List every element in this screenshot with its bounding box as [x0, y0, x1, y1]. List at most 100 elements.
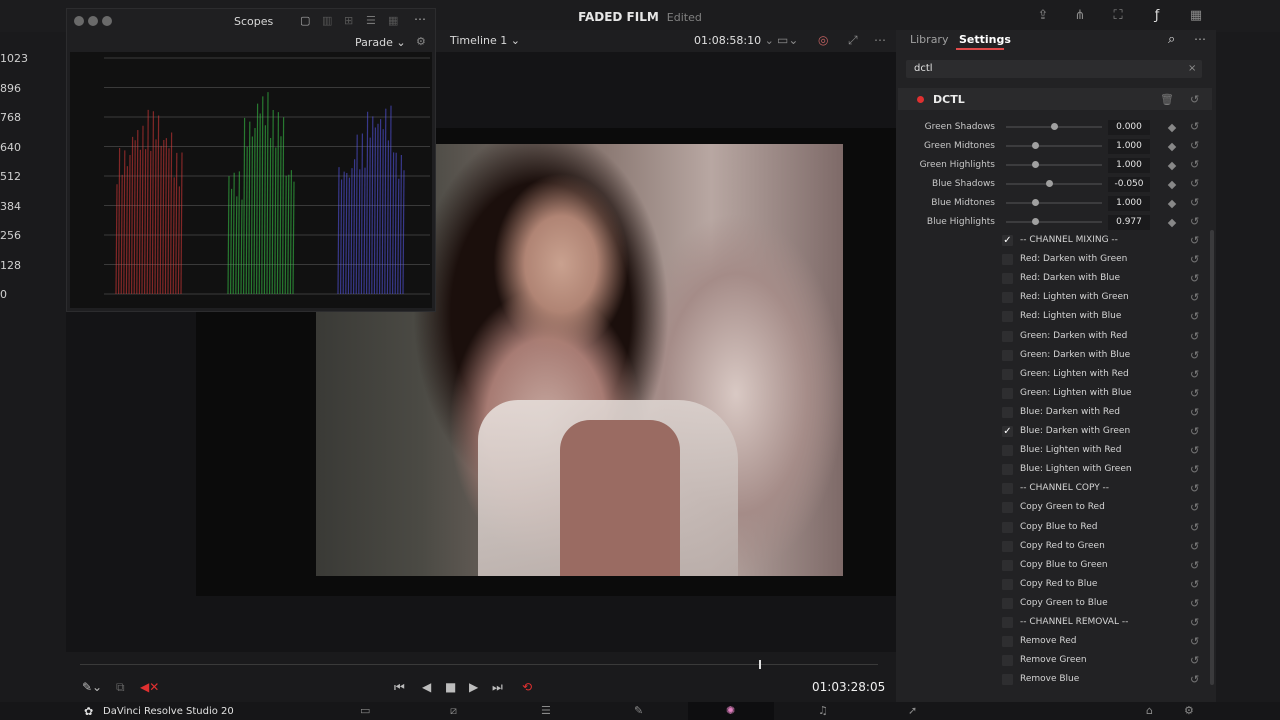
option-checkbox[interactable]	[1002, 597, 1013, 609]
reset-icon[interactable]: ↺	[1190, 616, 1199, 629]
layers-icon[interactable]: ⧉	[116, 680, 125, 695]
node-icon[interactable]: ⛶	[1109, 8, 1127, 24]
chevron-down-icon[interactable]: ⌄	[765, 34, 774, 47]
option-checkbox[interactable]	[1002, 521, 1013, 533]
effect-enable-toggle[interactable]	[917, 96, 924, 103]
scopes-menu-icon[interactable]: ⋯	[414, 12, 426, 26]
stop-icon[interactable]: ■	[445, 680, 456, 694]
param-value-field[interactable]: 1.000	[1108, 196, 1150, 211]
reset-icon[interactable]: ↺	[1190, 406, 1199, 419]
color-page-icon[interactable]: ✺	[726, 704, 735, 717]
tab-settings[interactable]: Settings	[959, 33, 1011, 46]
param-slider-knob[interactable]	[1031, 142, 1039, 149]
media-page-icon[interactable]: ▭	[360, 704, 370, 717]
reset-icon[interactable]: ↺	[1190, 196, 1199, 209]
dual-view-icon[interactable]: ▥	[322, 14, 332, 27]
step-back-icon[interactable]: ◀	[422, 680, 431, 694]
param-slider[interactable]	[1006, 183, 1102, 185]
reset-icon[interactable]: ↺	[1190, 234, 1199, 247]
reset-icon[interactable]: ↺	[1190, 482, 1199, 495]
reset-icon[interactable]: ↺	[1190, 330, 1199, 343]
option-checkbox[interactable]	[1002, 559, 1013, 571]
reset-icon[interactable]: ↺	[1190, 654, 1199, 667]
reset-icon[interactable]: ↺	[1190, 349, 1199, 362]
loop-icon[interactable]: ⟲	[522, 680, 532, 694]
reset-icon[interactable]: ↺	[1190, 635, 1199, 648]
param-slider-knob[interactable]	[1031, 161, 1039, 168]
grid-view-icon[interactable]: ▦	[388, 14, 398, 27]
option-checkbox[interactable]	[1002, 636, 1013, 648]
option-checkbox[interactable]	[1002, 502, 1013, 514]
fusion-page-icon[interactable]: ✎	[634, 704, 643, 717]
reset-icon[interactable]: ↺	[1190, 310, 1199, 323]
deliver-page-icon[interactable]: ➚	[908, 704, 917, 717]
clear-search-icon[interactable]: ×	[1188, 63, 1196, 74]
reset-icon[interactable]: ↺	[1190, 120, 1199, 133]
list-view-icon[interactable]: ☰	[366, 14, 376, 27]
option-checkbox[interactable]	[1002, 578, 1013, 590]
reset-icon[interactable]: ↺	[1190, 177, 1199, 190]
param-slider[interactable]	[1006, 221, 1102, 223]
option-checkbox[interactable]	[1002, 330, 1013, 342]
param-value-field[interactable]: 1.000	[1108, 158, 1150, 173]
panel-scrollbar[interactable]	[1210, 230, 1214, 685]
option-checkbox[interactable]	[1002, 349, 1013, 361]
close-window-icon[interactable]	[74, 16, 84, 26]
reset-icon[interactable]: ↺	[1190, 463, 1199, 476]
option-checkbox[interactable]	[1002, 464, 1013, 476]
reset-icon[interactable]: ↺	[1190, 673, 1199, 686]
panel-menu-icon[interactable]: ⋯	[1194, 32, 1206, 46]
viewer-menu-icon[interactable]: ⋯	[874, 33, 886, 47]
reset-icon[interactable]: ↺	[1190, 540, 1199, 553]
reset-icon[interactable]: ↺	[1190, 368, 1199, 381]
param-value-field[interactable]: 0.977	[1108, 215, 1150, 230]
play-icon[interactable]: ▶	[469, 680, 478, 694]
param-slider-knob[interactable]	[1031, 199, 1039, 206]
param-slider-knob[interactable]	[1031, 218, 1039, 225]
maximize-window-icon[interactable]	[102, 16, 112, 26]
timeline-tool-icon[interactable]: ⋔	[1071, 8, 1089, 24]
reset-icon[interactable]: ↺	[1190, 425, 1199, 438]
reset-icon[interactable]: ↺	[1190, 578, 1199, 591]
option-checkbox[interactable]	[1002, 540, 1013, 552]
export-icon[interactable]: ⇪	[1034, 8, 1052, 24]
param-slider[interactable]	[1006, 202, 1102, 204]
option-checkbox[interactable]	[1002, 483, 1013, 495]
param-slider-knob[interactable]	[1051, 123, 1058, 130]
option-checkbox[interactable]	[1002, 445, 1013, 457]
viewer-mode-icon[interactable]: ▭⌄	[777, 33, 798, 47]
settings-gear-icon[interactable]: ⚙	[1184, 704, 1194, 717]
option-checkbox[interactable]	[1002, 311, 1013, 323]
reset-icon[interactable]: ↺	[1190, 272, 1199, 285]
reset-icon[interactable]: ↺	[1190, 597, 1199, 610]
go-to-end-icon[interactable]: ⏭	[492, 680, 503, 695]
fullscreen-icon[interactable]: ⤢	[848, 33, 858, 48]
effects-icon[interactable]: ƒ	[1148, 8, 1166, 24]
option-checkbox[interactable]	[1002, 368, 1013, 380]
option-checkbox[interactable]	[1002, 387, 1013, 399]
scope-settings-icon[interactable]: ⚙	[416, 35, 426, 48]
edit-page-icon[interactable]: ☰	[541, 704, 551, 717]
playhead[interactable]	[759, 660, 761, 669]
option-checkbox[interactable]	[1002, 406, 1013, 418]
reset-icon[interactable]: ↺	[1190, 559, 1199, 572]
option-checkbox[interactable]: ✓	[1002, 426, 1013, 437]
reset-icon[interactable]: ↺	[1190, 253, 1199, 266]
option-checkbox[interactable]	[1002, 273, 1013, 285]
search-input[interactable]	[906, 60, 1202, 78]
param-value-field[interactable]: -0.050	[1108, 177, 1150, 192]
option-checkbox[interactable]	[1002, 617, 1013, 628]
scope-mode-select[interactable]: Parade ⌄	[355, 36, 406, 49]
cut-page-icon[interactable]: ⧄	[450, 704, 457, 718]
param-slider[interactable]	[1006, 145, 1102, 147]
reset-effect-icon[interactable]: ↺	[1190, 93, 1199, 106]
minimize-window-icon[interactable]	[88, 16, 98, 26]
fairlight-page-icon[interactable]: ♫	[818, 704, 828, 717]
color-wheel-icon[interactable]: ◎	[818, 33, 828, 47]
home-icon[interactable]: ⌂	[1146, 704, 1153, 717]
reset-icon[interactable]: ↺	[1190, 215, 1199, 228]
search-icon[interactable]: ⌕	[1168, 32, 1175, 47]
option-checkbox[interactable]: ✓	[1002, 235, 1013, 246]
reset-icon[interactable]: ↺	[1190, 139, 1199, 152]
option-checkbox[interactable]	[1002, 655, 1013, 667]
